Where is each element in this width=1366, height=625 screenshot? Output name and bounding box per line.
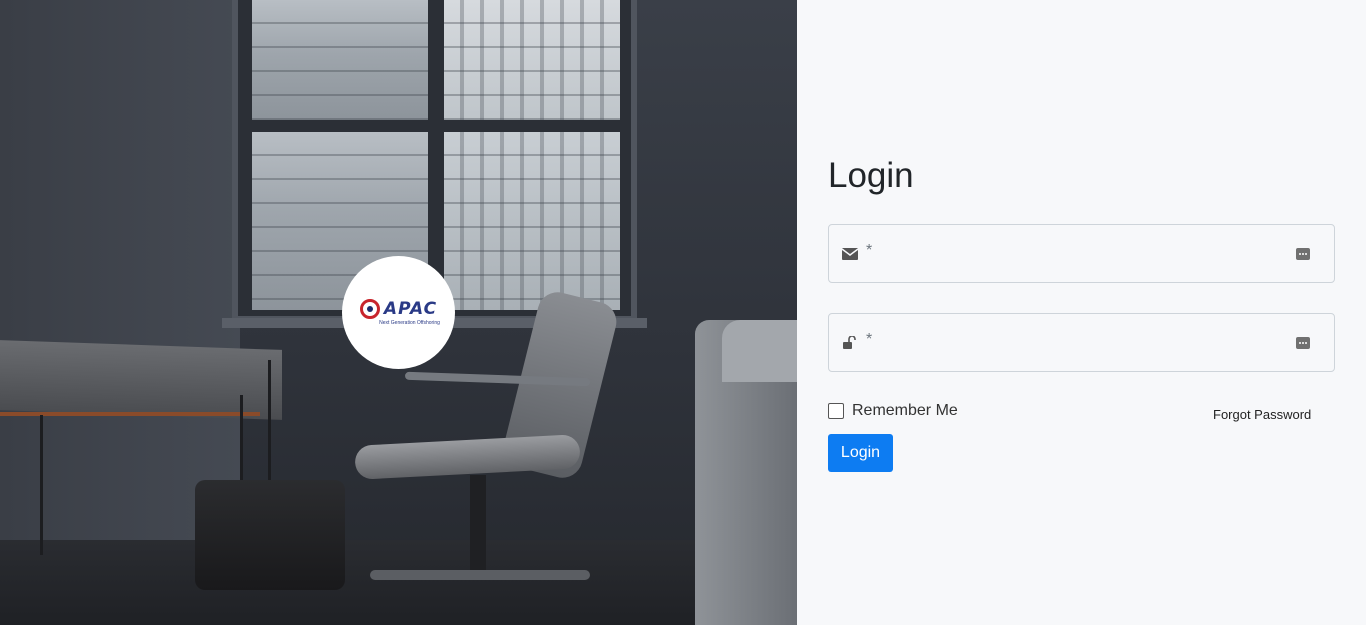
password-field-group: * — [828, 313, 1335, 372]
login-panel: Login * * Remember Me Forgot Password Lo… — [797, 0, 1366, 625]
logo-text: APAC — [383, 299, 438, 319]
background-photo: APAC Next Generation Offshoring — [0, 0, 797, 625]
remember-me-label: Remember Me — [852, 402, 958, 419]
password-input[interactable] — [872, 314, 1296, 371]
desk-leg — [268, 360, 271, 500]
forgot-password-link[interactable]: Forgot Password — [1213, 407, 1311, 422]
email-field-group: * — [828, 224, 1335, 283]
email-input[interactable] — [872, 225, 1296, 282]
floor — [0, 540, 797, 625]
page-title: Login — [828, 156, 914, 195]
window-pane — [444, 0, 620, 120]
bag — [195, 480, 345, 590]
remember-me[interactable]: Remember Me — [828, 402, 958, 420]
brand-logo: APAC Next Generation Offshoring — [342, 256, 455, 369]
chair-stem — [470, 475, 486, 570]
lock-open-icon — [840, 336, 860, 349]
desk-edge — [0, 412, 260, 416]
password-manager-icon[interactable] — [1296, 247, 1310, 260]
sofa-cushion — [722, 320, 797, 382]
login-button[interactable]: Login — [828, 434, 893, 472]
window-pane — [444, 132, 620, 310]
remember-me-checkbox[interactable] — [828, 403, 844, 419]
desk-leg — [40, 415, 43, 555]
window-pane — [252, 0, 428, 120]
logo-mark-icon — [359, 299, 380, 319]
password-manager-icon[interactable] — [1296, 336, 1310, 349]
logo-tagline: Next Generation Offshoring — [379, 320, 440, 326]
chair-base — [370, 570, 590, 580]
envelope-icon — [840, 247, 860, 260]
